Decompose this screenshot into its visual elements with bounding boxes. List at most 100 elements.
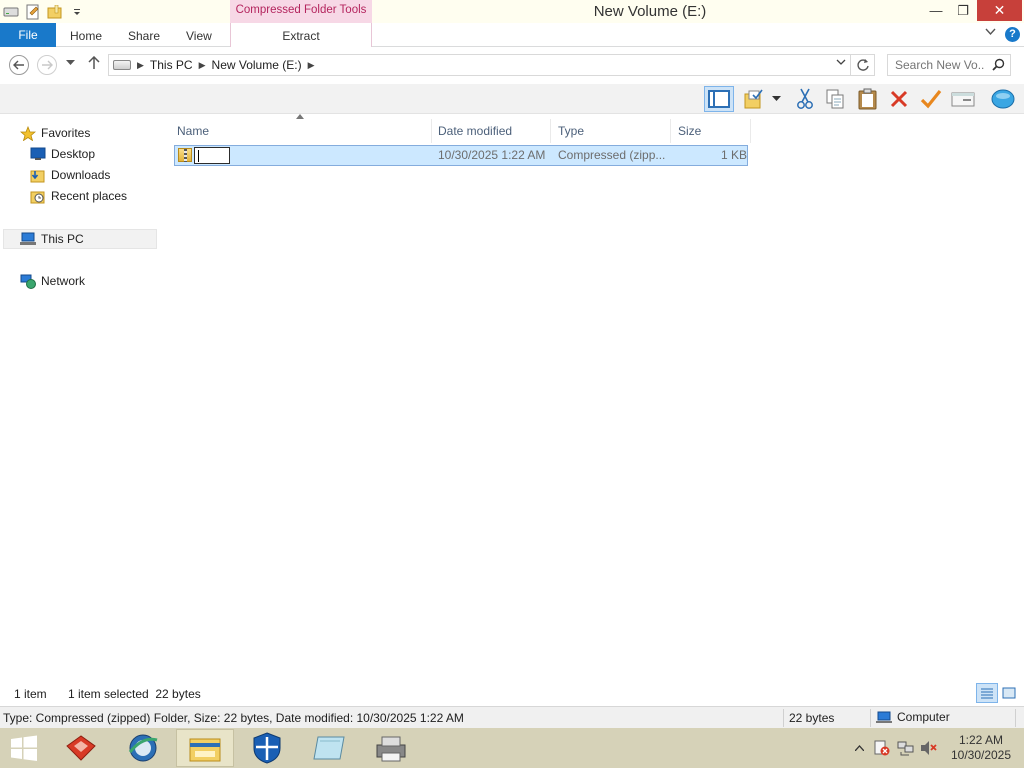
nav-item-label: Downloads [51, 168, 111, 182]
back-button[interactable] [9, 55, 29, 75]
nav-item-desktop[interactable]: Desktop [30, 144, 95, 164]
taskbar-app-file-explorer[interactable] [176, 729, 234, 767]
selection-info: 1 item selected 22 bytes [68, 687, 201, 701]
paste-button[interactable] [855, 86, 881, 112]
copy-icon [826, 89, 844, 109]
computer-icon [876, 711, 892, 723]
tab-view[interactable]: View [186, 23, 212, 47]
up-button[interactable] [88, 55, 100, 73]
forward-button[interactable] [37, 55, 57, 75]
window-icon [951, 92, 975, 107]
properties-button[interactable] [950, 86, 976, 112]
search-input[interactable] [895, 58, 985, 72]
restore-button[interactable]: ❐ [950, 0, 976, 21]
text-caret [198, 150, 199, 162]
column-header-date-modified[interactable]: Date modified [433, 119, 551, 143]
preview-pane-button[interactable] [704, 86, 734, 112]
address-history-icon[interactable] [836, 58, 846, 68]
divider [783, 709, 784, 727]
large-icons-view-button[interactable] [1000, 685, 1018, 701]
refresh-button[interactable] [851, 54, 875, 76]
column-header-name[interactable]: Name [172, 119, 432, 143]
taskbar-app-printer[interactable] [362, 729, 420, 767]
action-center-alert-icon[interactable] [873, 740, 891, 756]
taskbar-app-defender[interactable] [238, 729, 296, 767]
details-size: 22 bytes [789, 711, 835, 725]
breadcrumb-this-pc[interactable]: This PC [150, 58, 193, 72]
window-title: New Volume (E:) [593, 3, 707, 20]
show-hidden-icons-icon[interactable] [850, 740, 868, 756]
delete-x-icon [890, 90, 908, 108]
address-bar[interactable]: ▶ This PC ▶ New Volume (E:) ▶ [108, 54, 851, 76]
tab-extract[interactable]: Extract [230, 23, 372, 47]
chevron-right-icon[interactable]: ▶ [199, 60, 206, 71]
file-date-modified: 10/30/2025 1:22 AM [438, 148, 546, 162]
chevron-right-icon[interactable]: ▶ [308, 60, 315, 71]
details-view-button[interactable] [976, 683, 998, 703]
column-header-size[interactable]: Size [673, 119, 751, 143]
nav-network[interactable]: Network [20, 271, 85, 291]
select-menu-dropdown[interactable] [768, 86, 784, 112]
divider [1015, 709, 1016, 727]
cut-button[interactable] [792, 86, 818, 112]
nav-favorites[interactable]: Favorites [19, 123, 91, 143]
layout-pane-icon [708, 90, 730, 108]
details-bar: Type: Compressed (zipped) Folder, Size: … [0, 706, 1024, 728]
file-row[interactable]: 10/30/2025 1:22 AM Compressed (zipp... 1… [174, 145, 748, 166]
server-manager-icon [66, 735, 96, 761]
column-header-type[interactable]: Type [553, 119, 671, 143]
network-globe-button[interactable] [990, 86, 1016, 112]
nav-favorites-label: Favorites [41, 126, 91, 140]
recent-places-icon [30, 189, 46, 204]
network-status-icon[interactable] [897, 740, 915, 756]
zip-folder-icon [178, 148, 192, 162]
volume-muted-icon[interactable] [920, 740, 938, 756]
details-description: Type: Compressed (zipped) Folder, Size: … [3, 711, 464, 725]
start-button[interactable] [0, 729, 48, 767]
tab-file[interactable]: File [0, 23, 56, 47]
taskbar: 1:22 AM 10/30/2025 [0, 728, 1024, 768]
search-box[interactable] [887, 54, 1011, 76]
delete-button[interactable] [886, 86, 912, 112]
search-icon[interactable] [992, 58, 1005, 74]
file-list: Name Date modified Type Size 10/30/2025 … [172, 114, 1024, 683]
nav-this-pc-label: This PC [41, 232, 84, 246]
taskbar-app-ie[interactable] [114, 729, 172, 767]
navigation-bar: ▶ This PC ▶ New Volume (E:) ▶ [0, 48, 1024, 82]
downloads-folder-icon [30, 168, 46, 183]
expand-ribbon-icon[interactable] [985, 27, 996, 39]
system-clock[interactable]: 1:22 AM 10/30/2025 [946, 733, 1016, 763]
clock-date: 10/30/2025 [950, 748, 1012, 762]
taskbar-app-server-manager[interactable] [52, 729, 110, 767]
chevron-right-icon[interactable]: ▶ [137, 60, 144, 71]
folder-check-icon [744, 89, 763, 109]
details-location-label: Computer [897, 710, 950, 724]
recent-locations-icon[interactable] [66, 58, 75, 68]
windows-logo-icon [11, 735, 37, 761]
taskbar-app-notepad[interactable] [300, 729, 358, 767]
globe-icon [991, 89, 1015, 109]
nav-item-recent-places[interactable]: Recent places [30, 186, 127, 206]
nav-this-pc[interactable]: This PC [3, 229, 157, 249]
browser-globe-icon [128, 734, 158, 762]
network-icon [20, 274, 36, 289]
help-icon[interactable]: ? [1005, 27, 1020, 42]
tab-home[interactable]: Home [70, 23, 102, 47]
breadcrumb-new-volume[interactable]: New Volume (E:) [212, 58, 302, 72]
minimize-button[interactable]: — [922, 0, 950, 21]
nav-item-downloads[interactable]: Downloads [30, 165, 110, 185]
nav-item-label: Desktop [51, 147, 96, 161]
tab-share[interactable]: Share [128, 23, 160, 47]
rename-button[interactable] [918, 86, 944, 112]
clock-time: 1:22 AM [958, 733, 1004, 747]
rename-input[interactable] [194, 147, 230, 164]
star-icon [19, 125, 37, 142]
file-type: Compressed (zipp... [558, 148, 666, 162]
file-explorer-icon [189, 738, 221, 762]
checkmark-icon [920, 90, 942, 109]
copy-button[interactable] [822, 86, 848, 112]
details-location: Computer [876, 710, 950, 724]
close-button[interactable]: ✕ [977, 0, 1022, 21]
select-menu-button[interactable] [742, 86, 768, 112]
file-size: 1 KB [721, 148, 748, 162]
